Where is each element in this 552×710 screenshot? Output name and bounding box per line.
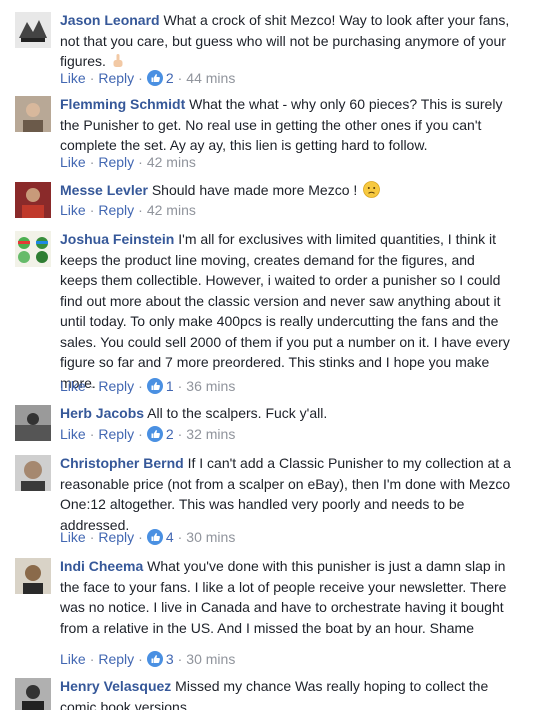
thumbs-up-icon	[146, 70, 163, 86]
avatar[interactable]	[15, 678, 51, 710]
avatar[interactable]	[15, 558, 51, 594]
comment-time[interactable]: 32 mins	[186, 426, 235, 442]
like-count-value: 4	[165, 529, 174, 545]
reply-button[interactable]: Reply	[98, 154, 134, 170]
separator: ·	[138, 378, 143, 394]
reply-button[interactable]: Reply	[98, 426, 134, 442]
thumbs-up-icon	[146, 651, 163, 667]
reply-button[interactable]: Reply	[98, 651, 134, 667]
comment-time[interactable]: 42 mins	[147, 202, 196, 218]
like-button[interactable]: Like	[60, 202, 86, 218]
comment-author[interactable]: Joshua Feinstein	[60, 231, 174, 247]
separator: ·	[89, 378, 95, 394]
like-count[interactable]: 1	[146, 378, 174, 394]
reply-button[interactable]: Reply	[98, 70, 134, 86]
separator: ·	[89, 426, 95, 442]
comment-author[interactable]: Christopher Bernd	[60, 455, 184, 471]
like-count-value: 1	[165, 378, 174, 394]
comment-author[interactable]: Herb Jacobs	[60, 405, 144, 421]
separator: ·	[138, 202, 143, 218]
comment-text: All to the scalpers. Fuck y'all.	[147, 405, 328, 421]
avatar[interactable]	[15, 405, 51, 441]
separator: ·	[89, 529, 95, 545]
separator: ·	[138, 70, 143, 86]
like-count[interactable]: 4	[146, 529, 174, 545]
separator: ·	[138, 651, 143, 667]
thumbs-up-icon	[146, 378, 163, 394]
like-button[interactable]: Like	[60, 426, 86, 442]
like-button[interactable]: Like	[60, 651, 86, 667]
comment-author[interactable]: Henry Velasquez	[60, 678, 171, 694]
avatar[interactable]	[15, 231, 51, 267]
comment-text: I'm all for exclusives with limited quan…	[60, 231, 510, 391]
separator: ·	[177, 529, 183, 545]
separator: ·	[89, 202, 95, 218]
comment-time[interactable]: 44 mins	[186, 70, 235, 86]
comment-time[interactable]: 30 mins	[186, 651, 235, 667]
like-button[interactable]: Like	[60, 378, 86, 394]
like-count[interactable]: 2	[146, 426, 174, 442]
like-button[interactable]: Like	[60, 529, 86, 545]
comment-time[interactable]: 36 mins	[186, 378, 235, 394]
separator: ·	[177, 70, 183, 86]
reply-button[interactable]: Reply	[98, 529, 134, 545]
separator: ·	[138, 529, 143, 545]
like-count-value: 2	[165, 426, 174, 442]
separator: ·	[89, 154, 95, 170]
comment-author[interactable]: Flemming Schmidt	[60, 96, 185, 112]
reply-button[interactable]: Reply	[98, 202, 134, 218]
like-button[interactable]: Like	[60, 154, 86, 170]
like-count-value: 2	[165, 70, 174, 86]
like-button[interactable]: Like	[60, 70, 86, 86]
thumbs-up-icon	[146, 426, 163, 442]
comment-time[interactable]: 42 mins	[147, 154, 196, 170]
like-count-value: 3	[165, 651, 174, 667]
avatar[interactable]	[15, 182, 51, 218]
comment-author[interactable]: Jason Leonard	[60, 12, 160, 28]
comment-author[interactable]: Messe Levler	[60, 182, 148, 198]
avatar[interactable]	[15, 96, 51, 132]
separator: ·	[138, 426, 143, 442]
separator: ·	[177, 426, 183, 442]
separator: ·	[177, 378, 183, 394]
thumbs-up-icon	[146, 529, 163, 545]
reply-button[interactable]: Reply	[98, 378, 134, 394]
comment-author[interactable]: Indi Cheema	[60, 558, 143, 574]
separator: ·	[89, 651, 95, 667]
worried-face-emoji-icon	[363, 181, 381, 204]
avatar[interactable]	[15, 12, 51, 48]
like-count[interactable]: 3	[146, 651, 174, 667]
separator: ·	[177, 651, 183, 667]
separator: ·	[89, 70, 95, 86]
like-count[interactable]: 2	[146, 70, 174, 86]
comment-text: Should have made more Mezco !	[151, 182, 358, 198]
comment-feed: Jason Leonard What a crock of shit Mezco…	[0, 0, 552, 710]
separator: ·	[138, 154, 143, 170]
comment-time[interactable]: 30 mins	[186, 529, 235, 545]
avatar[interactable]	[15, 455, 51, 491]
